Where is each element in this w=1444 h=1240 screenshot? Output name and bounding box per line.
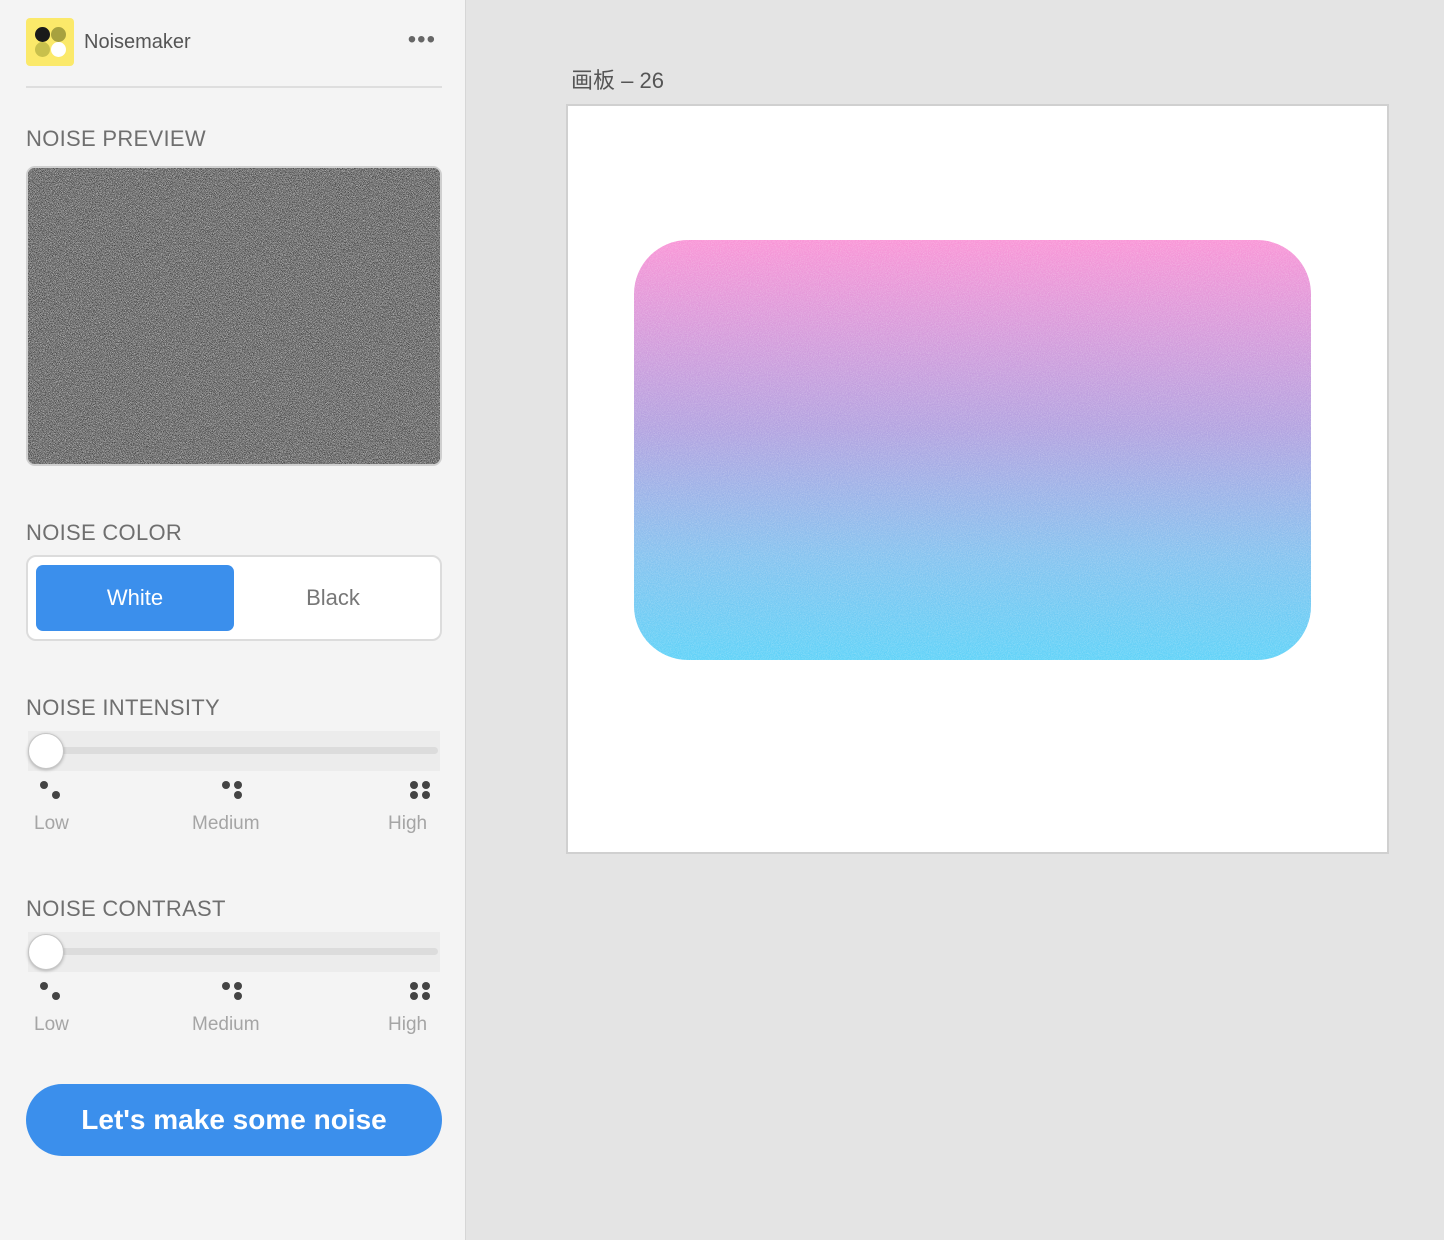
black-option-button[interactable]: Black [234,565,432,631]
noise-preview-image [26,166,442,466]
white-option-button[interactable]: White [36,565,234,631]
artboard-title[interactable]: 画板 – 26 [571,63,664,95]
panel-header: Noisemaker ••• [26,18,442,66]
contrast-medium-label: Medium [192,1014,260,1035]
intensity-slider[interactable] [26,731,442,771]
gradient-noise-rectangle[interactable] [634,240,1311,660]
intensity-slider-thumb[interactable] [28,733,64,769]
contrast-slider[interactable] [26,932,442,972]
noise-color-toggle: White Black [26,555,442,641]
make-noise-button[interactable]: Let's make some noise [26,1084,442,1156]
contrast-low-label: Low [34,1014,69,1035]
artboard[interactable] [566,104,1389,854]
intensity-low-label: Low [34,813,69,834]
contrast-slider-thumb[interactable] [28,934,64,970]
plugin-panel: Noisemaker ••• NOISE PREVIEW NOISE COLOR… [0,0,466,1240]
app-name: Noisemaker [84,31,191,53]
more-options-icon[interactable]: ••• [408,26,436,54]
intensity-high-label: High [388,813,428,834]
contrast-slider-track[interactable] [34,948,438,955]
noise-color-label: NOISE COLOR [26,520,183,545]
intensity-level-icons [26,779,442,809]
noisemaker-logo-icon [26,18,74,66]
intensity-slider-track[interactable] [34,747,438,754]
noise-preview-label: NOISE PREVIEW [26,126,206,151]
noise-intensity-label: NOISE INTENSITY [26,695,220,720]
intensity-medium-label: Medium [192,813,260,834]
contrast-level-icons [26,980,442,1010]
noise-contrast-label: NOISE CONTRAST [26,896,226,921]
contrast-high-label: High [388,1014,428,1035]
header-divider [26,86,442,88]
